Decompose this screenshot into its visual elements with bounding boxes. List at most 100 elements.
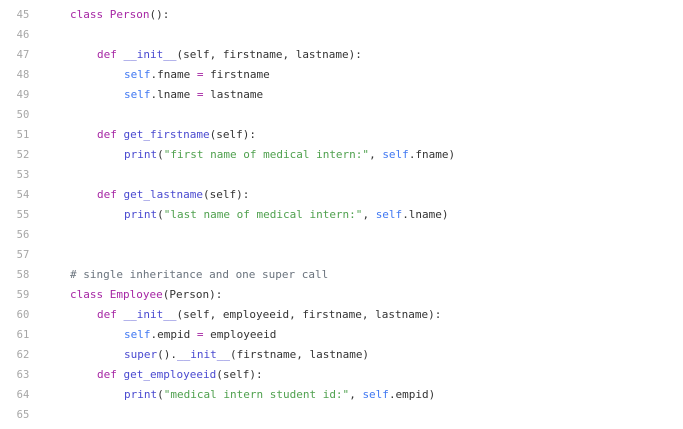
code-text[interactable]: self.empid = employeeid [124, 325, 276, 345]
code-token: .fname [150, 68, 197, 81]
code-token: , [362, 208, 376, 221]
line-number: 59 [16, 289, 30, 301]
code-token: class [70, 8, 104, 21]
code-token: (self, employeeid, firstname, lastname): [176, 308, 442, 321]
code-token: (self, firstname, lastname): [176, 48, 362, 61]
code-token: self [382, 148, 409, 161]
code-token: "last name of medical intern:" [163, 208, 363, 221]
code-token: print [124, 148, 158, 161]
code-text[interactable]: # single inheritance and one super call [70, 265, 328, 285]
code-line[interactable]: 61 self.empid = employeeid [0, 325, 683, 345]
code-token: .empid [150, 328, 197, 341]
line-number: 52 [16, 149, 30, 161]
line-number: 60 [16, 309, 30, 321]
code-text[interactable]: print("medical intern student id:", self… [124, 385, 435, 405]
code-token: __init__ [123, 48, 177, 61]
code-text[interactable]: def get_firstname(self): [97, 125, 256, 145]
code-token: super [124, 348, 158, 361]
code-token: .empid) [388, 388, 436, 401]
line-number: 64 [16, 389, 30, 401]
code-token: , [369, 148, 383, 161]
code-token: (firstname, lastname) [229, 348, 370, 361]
code-line[interactable]: 47 def __init__(self, firstname, lastname… [0, 45, 683, 65]
code-token: def [97, 308, 117, 321]
code-token: "medical intern student id:" [163, 388, 350, 401]
code-text[interactable]: class Person(): [70, 5, 169, 25]
code-line[interactable]: 54 def get_lastname(self): [0, 185, 683, 205]
code-token: print [124, 208, 158, 221]
line-number: 63 [16, 369, 30, 381]
code-line[interactable]: 62 super().__init__(firstname, lastname) [0, 345, 683, 365]
line-number: 61 [16, 329, 30, 341]
code-token: employeeid [203, 328, 277, 341]
code-text[interactable]: print("first name of medical intern:", s… [124, 145, 455, 165]
code-token: lastname [203, 88, 264, 101]
code-token: get_employeeid [123, 368, 217, 381]
code-line[interactable]: 57 [0, 245, 683, 265]
code-text[interactable]: def __init__(self, firstname, lastname): [97, 45, 362, 65]
code-text[interactable]: self.lname = lastname [124, 85, 263, 105]
line-number: 57 [16, 249, 30, 261]
line-number: 51 [16, 129, 30, 141]
code-text[interactable]: self.fname = firstname [124, 65, 270, 85]
code-token: self [362, 388, 389, 401]
code-line[interactable]: 50 [0, 105, 683, 125]
code-token: def [97, 48, 117, 61]
code-text[interactable]: class Employee(Person): [70, 285, 222, 305]
code-token: # single inheritance and one super call [70, 268, 329, 281]
code-line[interactable]: 52 print("first name of medical intern:",… [0, 145, 683, 165]
code-line[interactable]: 59 class Employee(Person): [0, 285, 683, 305]
line-number: 53 [16, 169, 30, 181]
line-number: 47 [16, 49, 30, 61]
line-number: 55 [16, 209, 30, 221]
code-token: class [70, 288, 104, 301]
code-line[interactable]: 56 [0, 225, 683, 245]
code-text[interactable]: def get_employeeid(self): [97, 365, 263, 385]
code-token: self [375, 208, 403, 221]
code-text[interactable]: super().__init__(firstname, lastname) [124, 345, 369, 365]
code-token: ( [157, 208, 164, 221]
code-token: get_firstname [123, 128, 210, 141]
code-line[interactable]: 51 def get_firstname(self): [0, 125, 683, 145]
code-line[interactable]: 65 [0, 405, 683, 425]
code-token: (Person): [162, 288, 223, 301]
code-token: .lname [150, 88, 197, 101]
code-text[interactable]: def get_lastname(self): [97, 185, 249, 205]
code-text[interactable]: def __init__(self, employeeid, firstname… [97, 305, 441, 325]
code-line[interactable]: 60 def __init__(self, employeeid, firstna… [0, 305, 683, 325]
code-line[interactable]: 53 [0, 165, 683, 185]
code-token: print [124, 388, 158, 401]
code-text[interactable]: print("last name of medical intern:", se… [124, 205, 449, 225]
code-token: (): [149, 8, 170, 21]
code-token: .fname) [408, 148, 456, 161]
code-editor[interactable]: 45 class Person(): 46 47 def __init__(self, … [0, 0, 683, 429]
code-token: ( [157, 388, 164, 401]
line-number: 54 [16, 189, 30, 201]
line-number: 48 [16, 69, 30, 81]
code-token: Person [109, 8, 150, 21]
code-token: def [97, 188, 117, 201]
line-number: 49 [16, 89, 30, 101]
code-token: (self): [202, 188, 250, 201]
code-token: firstname [203, 68, 270, 81]
code-token: def [97, 128, 117, 141]
line-number: 65 [16, 409, 30, 421]
code-line[interactable]: 64 print("medical intern student id:", se… [0, 385, 683, 405]
code-token: def [97, 368, 117, 381]
line-number: 56 [16, 229, 30, 241]
code-line[interactable]: 49 self.lname = lastname [0, 85, 683, 105]
code-token: "first name of medical intern:" [163, 148, 370, 161]
code-line[interactable]: 58 # single inheritance and one super cal… [0, 265, 683, 285]
code-line[interactable]: 55 print("last name of medical intern:", … [0, 205, 683, 225]
code-token: get_lastname [123, 188, 203, 201]
code-line[interactable]: 48 self.fname = firstname [0, 65, 683, 85]
line-number: 46 [16, 29, 30, 41]
code-line[interactable]: 45 class Person(): [0, 5, 683, 25]
code-line[interactable]: 63 def get_employeeid(self): [0, 365, 683, 385]
code-token: Employee [109, 288, 163, 301]
code-token: __init__ [123, 308, 177, 321]
code-line[interactable]: 46 [0, 25, 683, 45]
